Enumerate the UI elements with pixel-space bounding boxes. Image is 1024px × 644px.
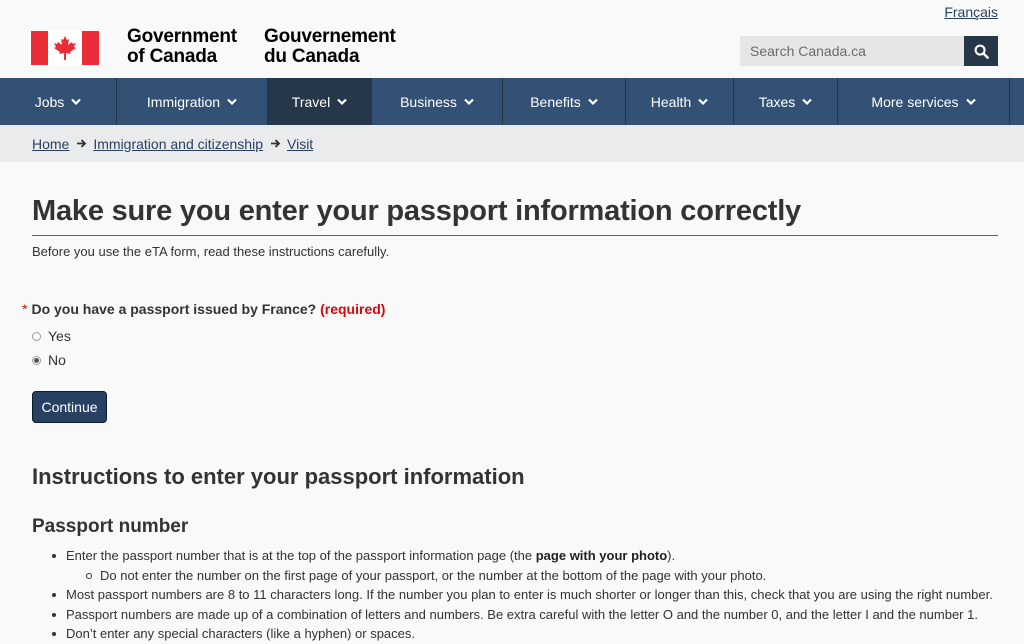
search-button[interactable] (964, 36, 998, 66)
arrow-right-icon (271, 139, 281, 148)
chevron-down-icon (227, 98, 237, 106)
radio-option-yes[interactable]: Yes (32, 328, 71, 344)
menu-item-benefits[interactable]: Benefits (503, 78, 626, 125)
chevron-down-icon (698, 98, 709, 106)
title-underline (32, 235, 998, 236)
menu-item-travel[interactable]: Travel (268, 78, 372, 125)
menu-item-label: Jobs (34, 93, 65, 110)
question-text: Do you have a passport issued by France? (31, 301, 317, 317)
government-name-english[interactable]: Government of Canada (127, 27, 237, 67)
required-label: (required) (320, 301, 386, 317)
menu-item-business[interactable]: Business (372, 78, 503, 125)
list-item-text: Enter the passport number that is at the… (66, 548, 536, 563)
intro-text: Before you use the eTA form, read these … (32, 244, 390, 259)
menu-item-immigration[interactable]: Immigration (117, 78, 268, 125)
chevron-down-icon (337, 98, 347, 106)
chevron-down-icon (71, 98, 82, 106)
chevron-down-icon (802, 98, 813, 106)
page-title: Make sure you enter your passport inform… (32, 195, 801, 227)
chevron-down-icon (464, 98, 474, 106)
list-item-text: Do not enter the number on the first pag… (100, 567, 767, 583)
menu-item-more-services[interactable]: More services (838, 78, 1010, 125)
gov-name-fr-line1: Gouvernement (264, 26, 396, 47)
menu-item-health[interactable]: Health (626, 78, 734, 125)
list-item-text: ). (667, 548, 676, 563)
gov-name-fr-line2: du Canada (264, 46, 360, 67)
required-asterisk: * (22, 301, 28, 317)
list-item-text: Most passport numbers are 8 to 11 charac… (66, 587, 993, 602)
menu-item-label: Business (400, 93, 457, 110)
arrow-right-icon (77, 139, 87, 148)
search-input[interactable] (740, 36, 964, 66)
list-item: Passport numbers are made up of a combin… (32, 605, 1012, 625)
site-header: Français Government of Canada Gouverneme… (0, 0, 1024, 78)
radio-label-yes: Yes (48, 328, 71, 344)
instructions-heading: Instructions to enter your passport info… (32, 464, 525, 489)
government-name-french[interactable]: Gouvernement du Canada (264, 27, 396, 67)
list-item-text: Passport numbers are made up of a combin… (66, 606, 978, 622)
gov-name-en-line2: of Canada (127, 46, 218, 67)
passport-question-label: * Do you have a passport issued by France… (22, 301, 385, 317)
list-item: Most passport numbers are 8 to 11 charac… (32, 585, 1012, 605)
menu-item-label: Immigration (146, 93, 221, 110)
menu-item-label: Taxes (758, 93, 796, 110)
instructions-list: Enter the passport number that is at the… (32, 546, 1012, 644)
menu-item-label: Benefits (530, 93, 581, 110)
radio-label-no: No (48, 352, 66, 368)
list-item-sub: Do not enter the number on the first pag… (32, 566, 1012, 586)
gov-name-en-line1: Government (127, 26, 237, 47)
menu-item-label: More services (871, 93, 959, 110)
breadcrumb-link-visit[interactable]: Visit (287, 136, 313, 152)
radio-option-no[interactable]: No (32, 352, 66, 368)
chevron-down-icon (588, 98, 598, 106)
radio-button-yes[interactable] (32, 331, 41, 341)
breadcrumb-link-home[interactable]: Home (32, 136, 69, 152)
list-item: Enter the passport number that is at the… (32, 546, 1012, 566)
language-toggle-link[interactable]: Français (944, 4, 998, 20)
menu-item-taxes[interactable]: Taxes (734, 78, 838, 125)
passport-number-heading: Passport number (32, 516, 189, 537)
search-icon (974, 44, 989, 59)
menu-item-label: Health (650, 93, 692, 110)
list-item-text: Don’t enter any special characters (like… (66, 626, 416, 641)
breadcrumb: Home Immigration and citizenship Visit (0, 125, 1024, 162)
continue-button[interactable]: Continue (32, 391, 107, 423)
list-item-emphasis: page with your photo (535, 548, 668, 563)
main-menu: Jobs Immigration Travel Business Benefit… (0, 78, 1024, 126)
canada-flag-icon (31, 31, 99, 65)
menu-item-label: Travel (291, 93, 331, 110)
radio-button-no[interactable] (32, 355, 41, 365)
breadcrumb-link-immigration[interactable]: Immigration and citizenship (93, 136, 263, 152)
list-item: Don’t enter any special characters (like… (32, 624, 1012, 644)
menu-item-jobs[interactable]: Jobs (0, 78, 117, 125)
chevron-down-icon (965, 98, 976, 106)
